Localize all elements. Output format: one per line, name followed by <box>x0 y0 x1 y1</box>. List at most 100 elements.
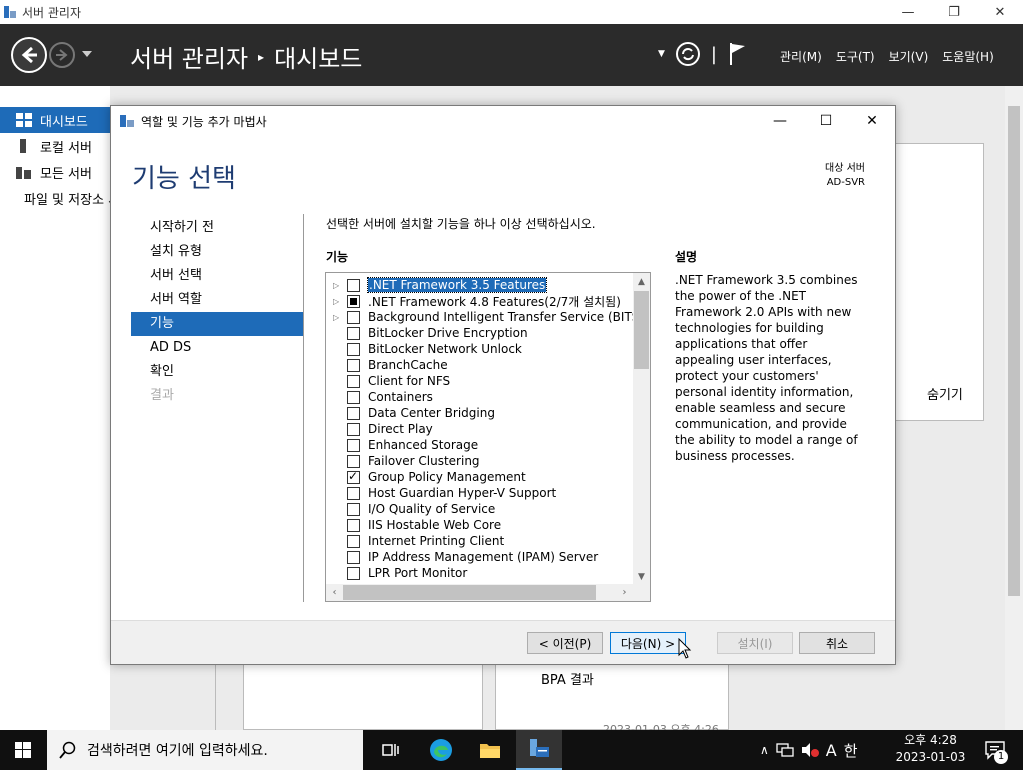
network-icon[interactable] <box>776 742 794 758</box>
feature-checkbox[interactable] <box>347 438 360 452</box>
sidebar-item-all-servers[interactable]: 모든 서버 <box>0 159 110 185</box>
feature-checkbox[interactable] <box>347 454 360 468</box>
back-button[interactable] <box>11 37 47 73</box>
refresh-dropdown-icon[interactable]: ▼ <box>658 49 665 59</box>
sidebar-item-file-storage[interactable]: 파일 및 저장소 서비스 <box>0 185 110 211</box>
step-before-you-begin[interactable]: 시작하기 전 <box>131 216 303 240</box>
previous-button[interactable]: < 이전(P) <box>527 632 603 654</box>
feature-checkbox[interactable] <box>347 502 360 516</box>
menu-manage[interactable]: 관리(M) <box>780 48 822 65</box>
scroll-right-icon[interactable]: › <box>616 584 633 601</box>
feature-checkbox[interactable] <box>347 422 360 436</box>
feature-item[interactable]: Data Center Bridging <box>326 405 495 421</box>
feature-checkbox[interactable] <box>347 278 360 292</box>
feature-item[interactable]: Client for NFS <box>326 373 450 389</box>
feature-item[interactable]: IIS Hostable Web Core <box>326 517 501 533</box>
feature-item[interactable]: BitLocker Network Unlock <box>326 341 522 357</box>
taskbar-file-explorer[interactable] <box>467 730 513 770</box>
step-installation-type[interactable]: 설치 유형 <box>131 240 303 264</box>
taskbar-edge[interactable] <box>418 730 464 770</box>
features-tree[interactable]: ▷ .NET Framework 3.5 Features ▷ .NET Framew… <box>325 272 651 602</box>
ime-mode-indicator[interactable]: A <box>826 741 837 760</box>
feature-checkbox[interactable] <box>347 518 360 532</box>
feature-item[interactable]: ▷ .NET Framework 4.8 Features(2/7개 설치됨) <box>326 293 621 309</box>
close-button[interactable]: ✕ <box>977 0 1023 24</box>
taskbar-search-box[interactable]: 검색하려면 여기에 입력하세요. <box>47 730 363 770</box>
expand-arrow-icon[interactable]: ▷ <box>333 281 343 290</box>
feature-item[interactable]: Host Guardian Hyper-V Support <box>326 485 556 501</box>
notification-center-button[interactable]: 1 <box>976 730 1016 770</box>
feature-item[interactable]: Internet Printing Client <box>326 533 504 549</box>
feature-item[interactable]: IP Address Management (IPAM) Server <box>326 549 598 565</box>
feature-item[interactable]: Containers <box>326 389 433 405</box>
taskbar-clock[interactable]: 오후 4:28 2023-01-03 <box>893 732 968 766</box>
feature-checkbox[interactable] <box>347 326 360 340</box>
maximize-button[interactable]: ❐ <box>931 0 977 24</box>
flag-icon[interactable] <box>727 41 749 67</box>
sidebar-item-local-server[interactable]: 로컬 서버 <box>0 133 110 159</box>
wizard-app-icon <box>120 115 134 127</box>
tray-overflow-icon[interactable]: ∧ <box>760 743 769 757</box>
wizard-minimize-button[interactable]: — <box>757 106 803 136</box>
scroll-up-icon[interactable]: ▲ <box>633 273 650 290</box>
wizard-maximize-button[interactable]: ☐ <box>803 106 849 136</box>
scroll-left-icon[interactable]: ‹ <box>326 584 343 601</box>
features-hscroll-thumb[interactable] <box>343 585 596 600</box>
sidebar-item-dashboard[interactable]: 대시보드 <box>0 107 110 133</box>
feature-checkbox[interactable] <box>347 358 360 372</box>
step-server-roles[interactable]: 서버 역할 <box>131 288 303 312</box>
feature-item[interactable]: BranchCache <box>326 357 448 373</box>
feature-checkbox[interactable] <box>347 534 360 548</box>
feature-item[interactable]: LPR Port Monitor <box>326 565 467 581</box>
feature-checkbox[interactable] <box>347 390 360 404</box>
bpa-results-label[interactable]: BPA 결과 <box>541 669 594 688</box>
refresh-icon[interactable] <box>675 41 701 67</box>
features-horizontal-scrollbar[interactable]: ‹ › <box>326 584 650 601</box>
language-indicator[interactable]: 한 <box>844 740 858 761</box>
wizard-close-button[interactable]: ✕ <box>849 106 895 136</box>
features-vertical-scrollbar[interactable]: ▲ ▼ <box>633 273 650 585</box>
scroll-down-icon[interactable]: ▼ <box>633 568 650 585</box>
feature-checkbox[interactable] <box>347 294 360 308</box>
minimize-button[interactable]: — <box>885 0 931 24</box>
step-features[interactable]: 기능 <box>131 312 303 336</box>
cancel-button[interactable]: 취소 <box>799 632 875 654</box>
taskbar-task-view[interactable] <box>368 730 414 770</box>
step-server-selection[interactable]: 서버 선택 <box>131 264 303 288</box>
feature-item[interactable]: ▷ Background Intelligent Transfer Service… <box>326 309 644 325</box>
menu-tools[interactable]: 도구(T) <box>836 48 875 65</box>
step-results: 결과 <box>150 388 174 403</box>
menu-help[interactable]: 도움말(H) <box>942 48 994 65</box>
feature-checkbox[interactable] <box>347 486 360 500</box>
feature-item[interactable]: Direct Play <box>326 421 433 437</box>
features-scroll-thumb[interactable] <box>634 291 649 369</box>
expand-arrow-icon[interactable]: ▷ <box>333 313 343 322</box>
breadcrumb-root[interactable]: 서버 관리자 <box>130 39 248 74</box>
feature-checkbox[interactable] <box>347 374 360 388</box>
feature-item[interactable]: ▷ .NET Framework 3.5 Features <box>326 277 548 293</box>
step-ad-ds[interactable]: AD DS <box>131 336 303 360</box>
feature-item[interactable]: Group Policy Management <box>326 469 526 485</box>
feature-item[interactable]: Enhanced Storage <box>326 437 478 453</box>
main-scrollbar[interactable] <box>1005 86 1023 730</box>
taskbar-server-manager[interactable] <box>516 730 562 770</box>
feature-item[interactable]: BitLocker Drive Encryption <box>326 325 528 341</box>
volume-muted-icon[interactable] <box>801 742 819 758</box>
scrollbar-thumb[interactable] <box>1008 106 1020 596</box>
feature-item[interactable]: I/O Quality of Service <box>326 501 495 517</box>
start-button[interactable] <box>0 730 46 770</box>
menu-view[interactable]: 보기(V) <box>889 48 929 65</box>
feature-item[interactable]: Failover Clustering <box>326 453 480 469</box>
feature-checkbox[interactable] <box>347 406 360 420</box>
feature-checkbox[interactable] <box>347 566 360 580</box>
step-confirmation[interactable]: 확인 <box>131 360 303 384</box>
feature-checkbox[interactable] <box>347 550 360 564</box>
expand-arrow-icon[interactable]: ▷ <box>333 297 343 306</box>
feature-checkbox[interactable] <box>347 342 360 356</box>
hide-tiles-link[interactable]: 숨기기 <box>927 384 963 403</box>
forward-button[interactable] <box>49 42 75 68</box>
feature-checkbox[interactable] <box>347 469 360 484</box>
next-button[interactable]: 다음(N) > <box>610 632 686 654</box>
history-dropdown-icon[interactable] <box>82 51 92 57</box>
feature-checkbox[interactable] <box>347 310 360 324</box>
